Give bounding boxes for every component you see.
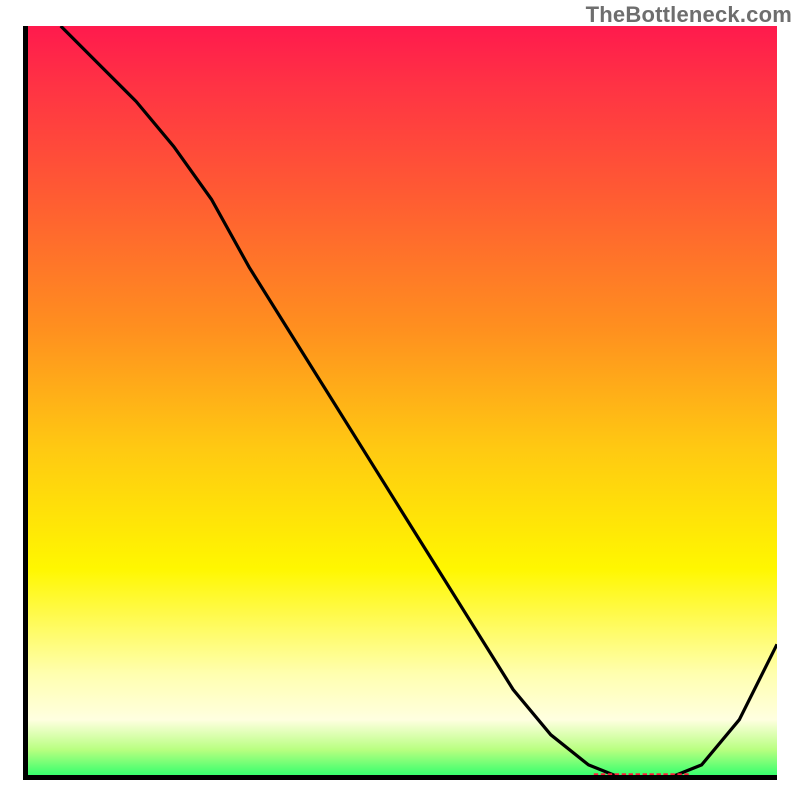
data-line [61,26,777,780]
attribution-label: TheBottleneck.com [586,2,792,28]
chart-container: TheBottleneck.com [0,0,800,800]
chart-svg [23,26,777,780]
optimal-marker [594,773,689,777]
plot-inner [23,26,777,780]
plot-area [23,26,777,780]
